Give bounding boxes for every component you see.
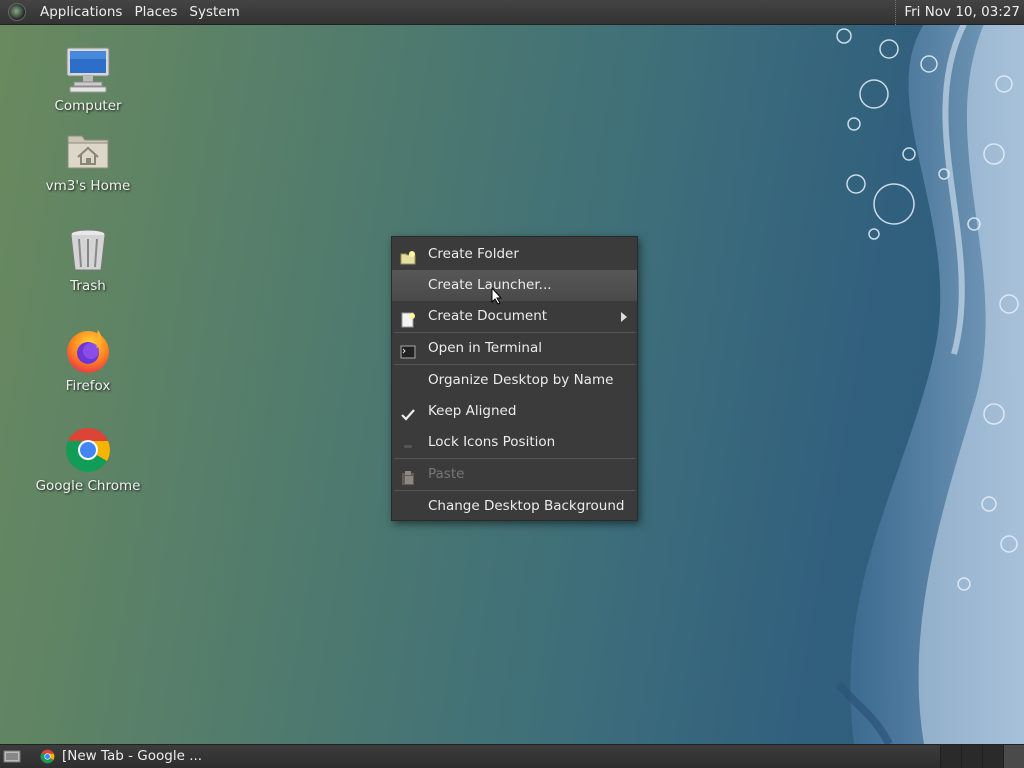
- top-panel: Applications Places System Fri Nov 10, 0…: [0, 0, 1024, 25]
- menu-item-label: Lock Icons Position: [428, 434, 556, 450]
- mouse-pointer-icon: [491, 287, 503, 305]
- document-new-icon: [400, 309, 416, 328]
- menu-item-create-document[interactable]: Create Document: [392, 301, 637, 332]
- menu-item-paste[interactable]: Paste: [392, 459, 637, 490]
- taskbar-window-label: [New Tab - Google ...: [62, 748, 203, 764]
- show-desktop-icon[interactable]: [3, 748, 21, 764]
- desktop-icon-trash[interactable]: Trash: [33, 226, 143, 294]
- workspace-4[interactable]: [1003, 745, 1024, 768]
- desktop-icon-label: Computer: [54, 98, 122, 114]
- menu-item-label: Paste: [428, 466, 465, 482]
- bottom-panel: [New Tab - Google ...: [0, 744, 1024, 768]
- places-menu[interactable]: Places: [128, 4, 183, 20]
- desktop-context-menu: Create Folder Create Launcher... Create …: [391, 236, 638, 521]
- clock[interactable]: Fri Nov 10, 03:27: [895, 0, 1020, 25]
- computer-icon: [64, 46, 112, 94]
- workspace-switcher: [940, 745, 1024, 768]
- trash-icon: [64, 226, 112, 274]
- desktop-icon-computer[interactable]: Computer: [33, 46, 143, 114]
- menu-item-create-launcher[interactable]: Create Launcher...: [392, 270, 637, 301]
- workspace-2[interactable]: [961, 745, 982, 768]
- wallpaper-decoration: [835, 24, 1024, 744]
- firefox-icon: [64, 326, 112, 374]
- menu-item-label: Change Desktop Background: [428, 498, 625, 514]
- menu-item-lock-icons[interactable]: Lock Icons Position: [392, 427, 637, 458]
- desktop-icon-firefox[interactable]: Firefox: [33, 326, 143, 394]
- menu-item-organize-desktop[interactable]: Organize Desktop by Name: [392, 365, 637, 396]
- workspace-3[interactable]: [982, 745, 1003, 768]
- menu-item-label: Keep Aligned: [428, 403, 517, 419]
- terminal-icon: [400, 341, 416, 359]
- folder-new-icon: [400, 247, 416, 265]
- chrome-icon: [64, 426, 112, 474]
- menu-item-label: Create Launcher...: [428, 277, 552, 293]
- workspace-1[interactable]: [940, 745, 961, 768]
- desktop-icon-label: vm3's Home: [45, 178, 131, 194]
- home-folder-icon: [64, 126, 112, 174]
- desktop-icon-home[interactable]: vm3's Home: [33, 126, 143, 194]
- chrome-icon: [40, 749, 55, 764]
- unchecked-indicator-icon: [400, 435, 416, 451]
- applications-menu[interactable]: Applications: [34, 4, 128, 20]
- menu-item-open-terminal[interactable]: Open in Terminal: [392, 333, 637, 364]
- submenu-arrow-icon: [621, 312, 627, 322]
- desktop-icon-label: Google Chrome: [35, 478, 141, 494]
- desktop-icon-label: Firefox: [65, 378, 111, 394]
- system-menu[interactable]: System: [183, 4, 245, 20]
- menu-item-label: Create Document: [428, 308, 548, 324]
- menu-item-label: Organize Desktop by Name: [428, 372, 614, 388]
- checkmark-icon: [400, 404, 416, 421]
- menu-item-label: Create Folder: [428, 246, 519, 262]
- menu-item-create-folder[interactable]: Create Folder: [392, 239, 637, 270]
- desktop-icon-label: Trash: [70, 278, 106, 294]
- distro-logo-icon[interactable]: [8, 3, 26, 21]
- menu-item-change-background[interactable]: Change Desktop Background: [392, 491, 637, 522]
- menu-item-label: Open in Terminal: [428, 340, 542, 356]
- menu-item-keep-aligned[interactable]: Keep Aligned: [392, 396, 637, 427]
- paste-icon: [400, 467, 416, 485]
- taskbar-window-button[interactable]: [New Tab - Google ...: [34, 745, 204, 768]
- desktop-icon-chrome[interactable]: Google Chrome: [33, 426, 143, 494]
